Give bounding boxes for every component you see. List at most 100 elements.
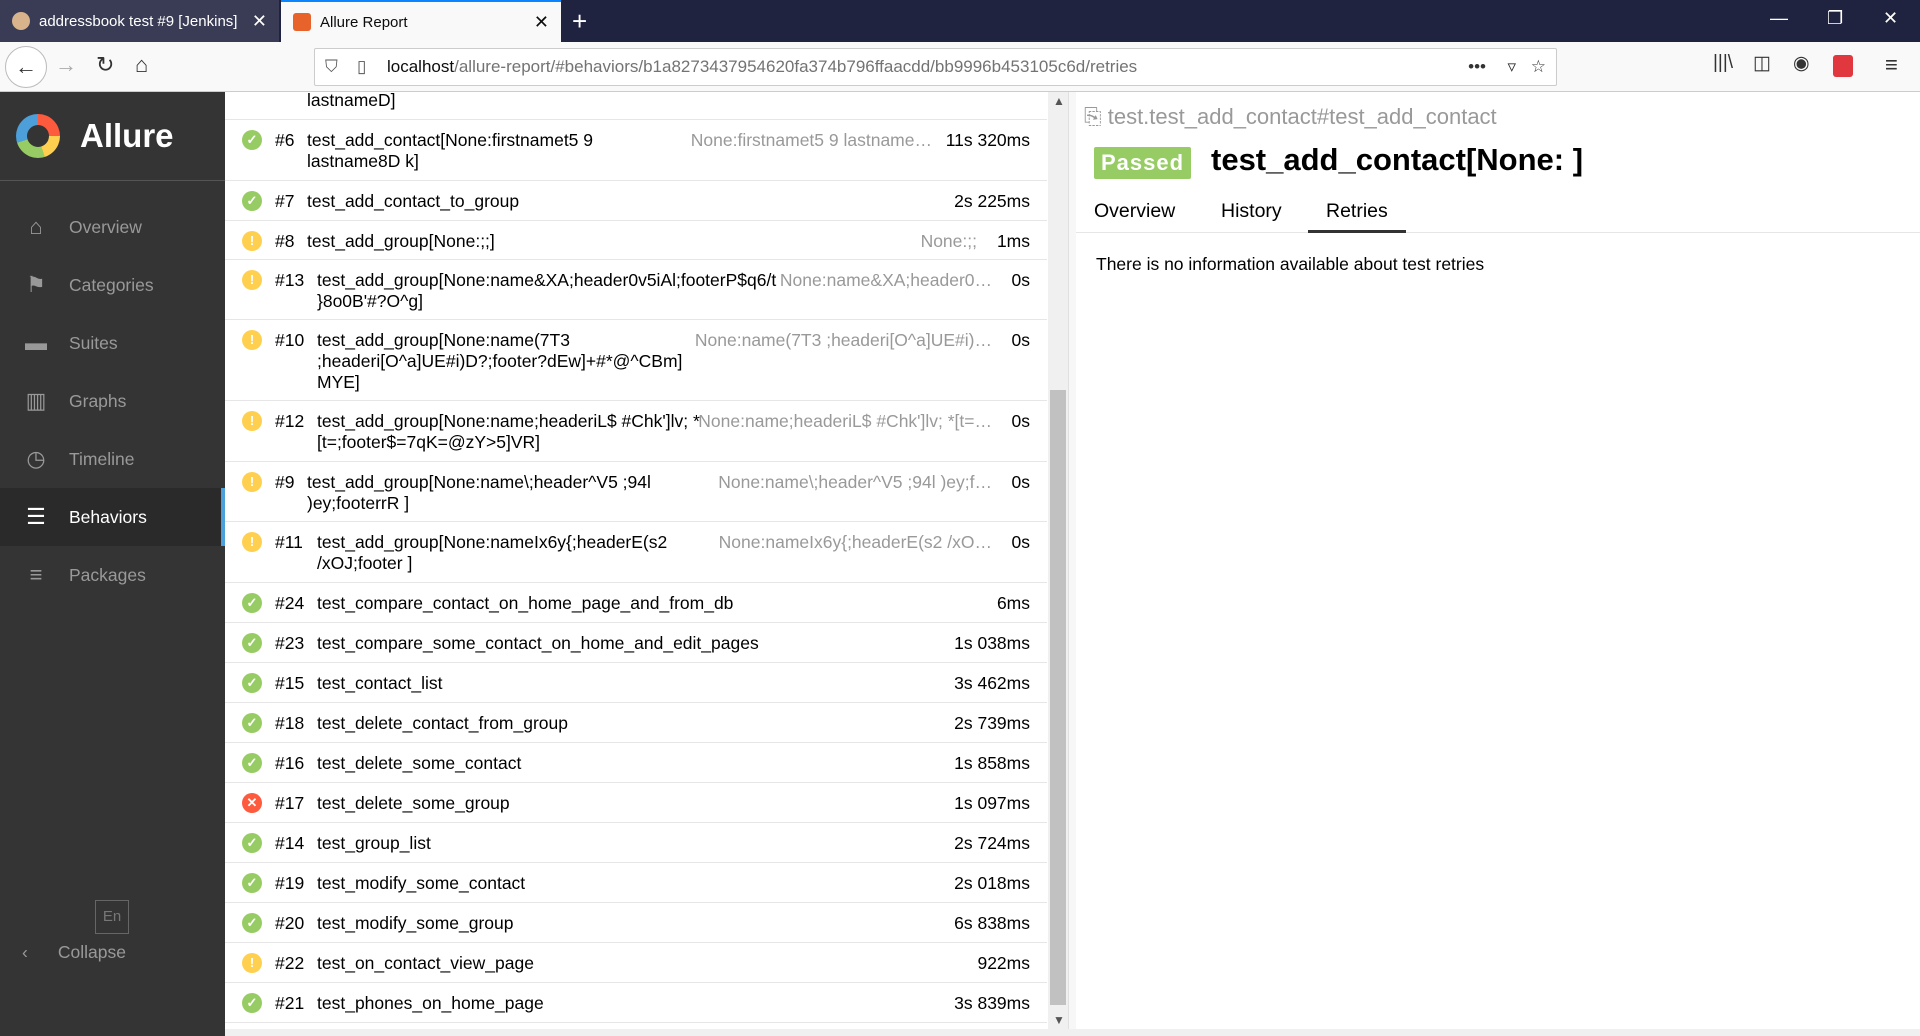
scrollbar-thumb[interactable]	[1050, 390, 1066, 1005]
copy-icon[interactable]: ⎘	[1084, 104, 1108, 129]
table-row[interactable]: ✓ #23 test_compare_some_contact_on_home_an…	[225, 623, 1047, 663]
test-name: test_phones_on_home_page	[317, 993, 544, 1013]
tab-history[interactable]: History	[1203, 190, 1300, 233]
language-button[interactable]: En	[95, 900, 129, 934]
test-name: test_add_group[None:nameIx6y{;headerE(s2…	[317, 532, 668, 573]
table-row[interactable]: ✓ #21 test_phones_on_home_page 3s 839ms	[225, 983, 1047, 1023]
sidebar-item-timeline[interactable]: ◷ Timeline	[0, 430, 225, 488]
sidebar-item-suites[interactable]: ▬ Suites	[0, 314, 225, 372]
test-number: #7	[275, 191, 295, 211]
test-duration: 2s 225ms	[954, 191, 1030, 211]
sidebar-item-overview[interactable]: ⌂ Overview	[0, 198, 225, 256]
table-row[interactable]: ✓ #15 test_contact_list 3s 462ms	[225, 663, 1047, 703]
sidebar-item-behaviors[interactable]: ☰ Behaviors	[0, 488, 225, 546]
allure-logo-icon	[16, 114, 60, 158]
url-host: localhost	[387, 57, 455, 76]
test-full-name: ⎘ test.test_add_contact#test_add_contact	[1084, 104, 1497, 130]
passed-status-icon: ✓	[242, 633, 262, 653]
home-icon[interactable]: ⌂	[135, 52, 148, 78]
reload-icon[interactable]: ↻	[96, 52, 114, 78]
table-row[interactable]: ✓ #16 test_delete_some_contact 1s 858ms	[225, 743, 1047, 783]
table-row[interactable]: ! #8 test_add_group[None:;;] None:;; 1ms	[225, 221, 1047, 260]
table-row[interactable]: ✓ #6 test_add_contact[None:firstnamet5 9 l…	[225, 120, 1047, 181]
more-icon[interactable]: •••	[1468, 49, 1486, 85]
new-tab-icon[interactable]: +	[572, 6, 587, 37]
passed-status-icon: ✓	[242, 673, 262, 693]
table-row[interactable]: ! #13 test_add_group[None:name&XA;header0v…	[225, 260, 1047, 320]
horizontal-scrollbar	[225, 1029, 1920, 1036]
close-tab-icon[interactable]: ✕	[534, 12, 549, 33]
chevron-left-icon: ‹	[22, 942, 28, 962]
test-name: test_add_group[None:name&XA;header0v5iAl…	[317, 270, 777, 311]
table-row[interactable]: ✓ #19 test_modify_some_contact 2s 018ms	[225, 863, 1047, 903]
sidebar-toggle-icon[interactable]: ◫	[1753, 52, 1771, 75]
sidebar-item-packages[interactable]: ≡ Packages	[0, 546, 225, 604]
test-number: #9	[275, 472, 295, 492]
tab-retries[interactable]: Retries	[1308, 190, 1406, 233]
test-name: lastnameD]	[307, 92, 396, 110]
table-row[interactable]: ✓ #24 test_compare_contact_on_home_page_an…	[225, 583, 1047, 623]
table-row[interactable]: ! #11 test_add_group[None:nameIx6y{;header…	[225, 522, 1047, 583]
test-list: lastnameD] ✓ #6 test_add_contact[None:firs…	[225, 92, 1047, 1029]
test-number: #12	[275, 411, 305, 431]
pocket-icon[interactable]: ▿	[1507, 49, 1516, 85]
table-row[interactable]: ! #12 test_add_group[None:name;headeriL$ #…	[225, 401, 1047, 462]
pane-splitter[interactable]	[1068, 92, 1076, 1036]
flag-icon: ⚑	[26, 272, 46, 297]
bookmark-star-icon[interactable]: ☆	[1531, 49, 1546, 85]
test-number: #18	[275, 713, 305, 733]
menu-icon[interactable]: ≡	[1885, 52, 1898, 78]
extension-icon[interactable]	[1833, 55, 1853, 77]
test-detail-pane: ⎘ test.test_add_contact#test_add_contact…	[1076, 92, 1920, 1036]
test-number: #17	[275, 793, 305, 813]
account-icon[interactable]: ◉	[1793, 52, 1810, 75]
table-row[interactable]: ✓ #7 test_add_contact_to_group 2s 225ms	[225, 181, 1047, 221]
table-row[interactable]: ✓ #20 test_modify_some_group 6s 838ms	[225, 903, 1047, 943]
test-parameters: None:firstnamet5 9 lastname…	[690, 130, 932, 150]
tab-title: addressbook test #9 [Jenkins]	[39, 12, 238, 30]
test-name: test_add_group[None:name(7T3 ;headeri[O^…	[317, 330, 683, 392]
table-row[interactable]: lastnameD]	[225, 92, 1047, 120]
status-badge: Passed	[1094, 147, 1192, 179]
test-number: #20	[275, 913, 305, 933]
scroll-down-icon[interactable]: ▼	[1053, 1013, 1065, 1027]
broken-status-icon: !	[242, 532, 262, 552]
allure-logo[interactable]: Allure	[0, 92, 225, 181]
table-row[interactable]: ✕ #17 test_delete_some_group 1s 097ms	[225, 783, 1047, 823]
sidebar-item-label: Categories	[69, 274, 154, 295]
url-input[interactable]: ⛉ ▯ localhost/allure-report/#behaviors/b1a…	[314, 48, 1557, 86]
close-window-icon[interactable]: ✕	[1883, 8, 1898, 29]
sidebar: Allure ⌂ Overview ⚑ Categories ▬ Suites ▥ Gr…	[0, 92, 225, 1036]
sidebar-item-graphs[interactable]: ▥ Graphs	[0, 372, 225, 430]
table-row[interactable]: ! #10 test_add_group[None:name(7T3 ;header…	[225, 320, 1047, 401]
table-row[interactable]: ✓ #18 test_delete_contact_from_group 2s 739…	[225, 703, 1047, 743]
browser-tab-jenkins[interactable]: addressbook test #9 [Jenkins] ✕	[0, 0, 279, 42]
back-icon[interactable]: ←	[5, 46, 47, 88]
table-row[interactable]: ! #9 test_add_group[None:name\;header^V5 ;…	[225, 462, 1047, 522]
test-duration: 6s 838ms	[954, 913, 1030, 933]
library-icon[interactable]: |||\	[1713, 52, 1733, 74]
sidebar-item-categories[interactable]: ⚑ Categories	[0, 256, 225, 314]
collapse-button[interactable]: ‹ Collapse	[22, 942, 126, 963]
table-row[interactable]: ✓ #14 test_group_list 2s 724ms	[225, 823, 1047, 863]
tab-overview[interactable]: Overview	[1076, 190, 1193, 233]
restore-icon[interactable]: ❐	[1827, 8, 1843, 29]
close-tab-icon[interactable]: ✕	[252, 11, 267, 32]
failed-status-icon: ✕	[242, 793, 262, 813]
passed-status-icon: ✓	[242, 753, 262, 773]
broken-status-icon: !	[242, 270, 262, 290]
page-icon: ▯	[357, 57, 367, 76]
scrollbar[interactable]: ▲ ▼	[1048, 92, 1068, 1029]
broken-status-icon: !	[242, 231, 262, 251]
test-number: #6	[275, 130, 295, 150]
table-row[interactable]: ! #22 test_on_contact_view_page 922ms	[225, 943, 1047, 983]
forward-icon[interactable]: →	[55, 52, 77, 78]
sidebar-item-label: Graphs	[69, 390, 127, 411]
test-duration: 2s 739ms	[954, 713, 1030, 733]
browser-tab-allure[interactable]: Allure Report ✕	[281, 0, 561, 42]
minimize-icon[interactable]: —	[1770, 8, 1788, 29]
scroll-up-icon[interactable]: ▲	[1053, 94, 1065, 108]
test-name: test_add_group[None:name\;header^V5 ;94l…	[307, 472, 651, 513]
sidebar-item-label: Timeline	[69, 448, 135, 469]
test-name: test_add_contact[None:firstnamet5 9 last…	[307, 130, 594, 171]
